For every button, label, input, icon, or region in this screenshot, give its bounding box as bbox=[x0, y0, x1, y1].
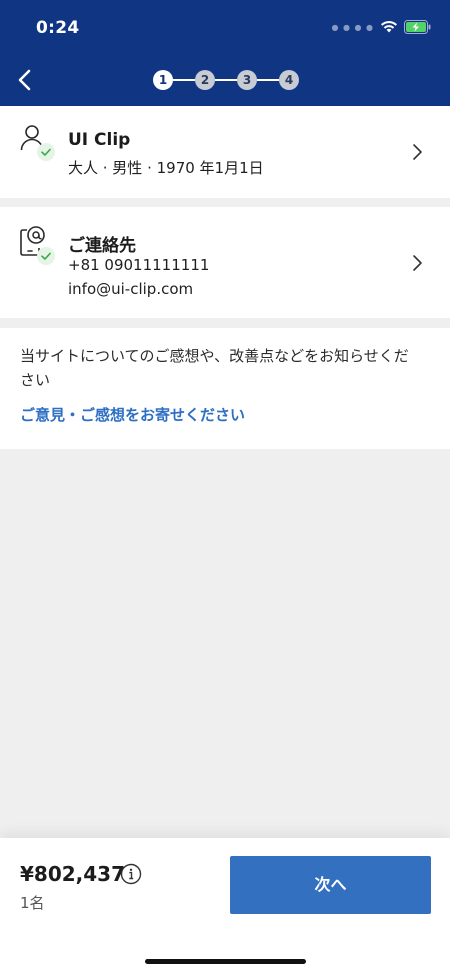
completed-badge bbox=[37, 143, 55, 161]
back-button[interactable] bbox=[12, 66, 40, 94]
home-indicator bbox=[145, 959, 306, 964]
contact-card[interactable]: ご連絡先 +81 09011111111 info@ui-clip.com bbox=[0, 207, 450, 318]
status-bar: 0:24 ● ● ● ● bbox=[0, 0, 450, 54]
contact-title: ご連絡先 bbox=[68, 236, 136, 256]
passenger-count: 1名 bbox=[20, 894, 45, 912]
battery-charging-icon bbox=[404, 20, 431, 34]
step-2: 2 bbox=[195, 70, 215, 90]
signal-icon: ● ● ● ● bbox=[331, 22, 374, 32]
total-price: ¥802,437 bbox=[20, 862, 126, 886]
status-time: 0:24 bbox=[36, 18, 80, 38]
step-3: 3 bbox=[237, 70, 257, 90]
nav-bar: 1 2 3 4 bbox=[0, 54, 450, 106]
traveler-name: UI Clip bbox=[68, 130, 131, 150]
status-icons: ● ● ● ● bbox=[331, 18, 432, 36]
stepper-line bbox=[215, 79, 237, 81]
contact-email: info@ui-clip.com bbox=[68, 280, 194, 298]
chevron-right-icon bbox=[413, 144, 422, 160]
contact-phone: +81 09011111111 bbox=[68, 256, 210, 274]
step-1: 1 bbox=[153, 70, 173, 90]
contact-icon-wrap bbox=[20, 225, 60, 265]
stepper-line bbox=[173, 79, 195, 81]
check-icon bbox=[41, 148, 51, 156]
traveler-icon-wrap bbox=[20, 124, 60, 164]
info-icon[interactable] bbox=[120, 863, 142, 885]
stepper-line bbox=[257, 79, 279, 81]
feedback-prompt: 当サイトについてのご感想や、改善点などをお知らせください bbox=[20, 347, 409, 389]
traveler-card[interactable]: UI Clip 大人 · 男性 · 1970 年1月1日 bbox=[0, 106, 450, 198]
step-4: 4 bbox=[279, 70, 299, 90]
feedback-link[interactable]: ご意見・ご感想をお寄せください bbox=[20, 404, 245, 425]
traveler-details: 大人 · 男性 · 1970 年1月1日 bbox=[68, 159, 264, 177]
next-button[interactable]: 次へ bbox=[230, 856, 431, 914]
check-icon bbox=[41, 252, 51, 260]
completed-badge bbox=[37, 247, 55, 265]
header: 0:24 ● ● ● ● 1 2 3 4 bbox=[0, 0, 450, 106]
progress-stepper: 1 2 3 4 bbox=[153, 68, 299, 92]
chevron-right-icon bbox=[413, 255, 422, 271]
bottom-bar: ¥802,437 1名 次へ bbox=[0, 838, 450, 972]
wifi-icon bbox=[381, 21, 397, 33]
feedback-card: 当サイトについてのご感想や、改善点などをお知らせください ご意見・ご感想をお寄せ… bbox=[0, 328, 450, 449]
